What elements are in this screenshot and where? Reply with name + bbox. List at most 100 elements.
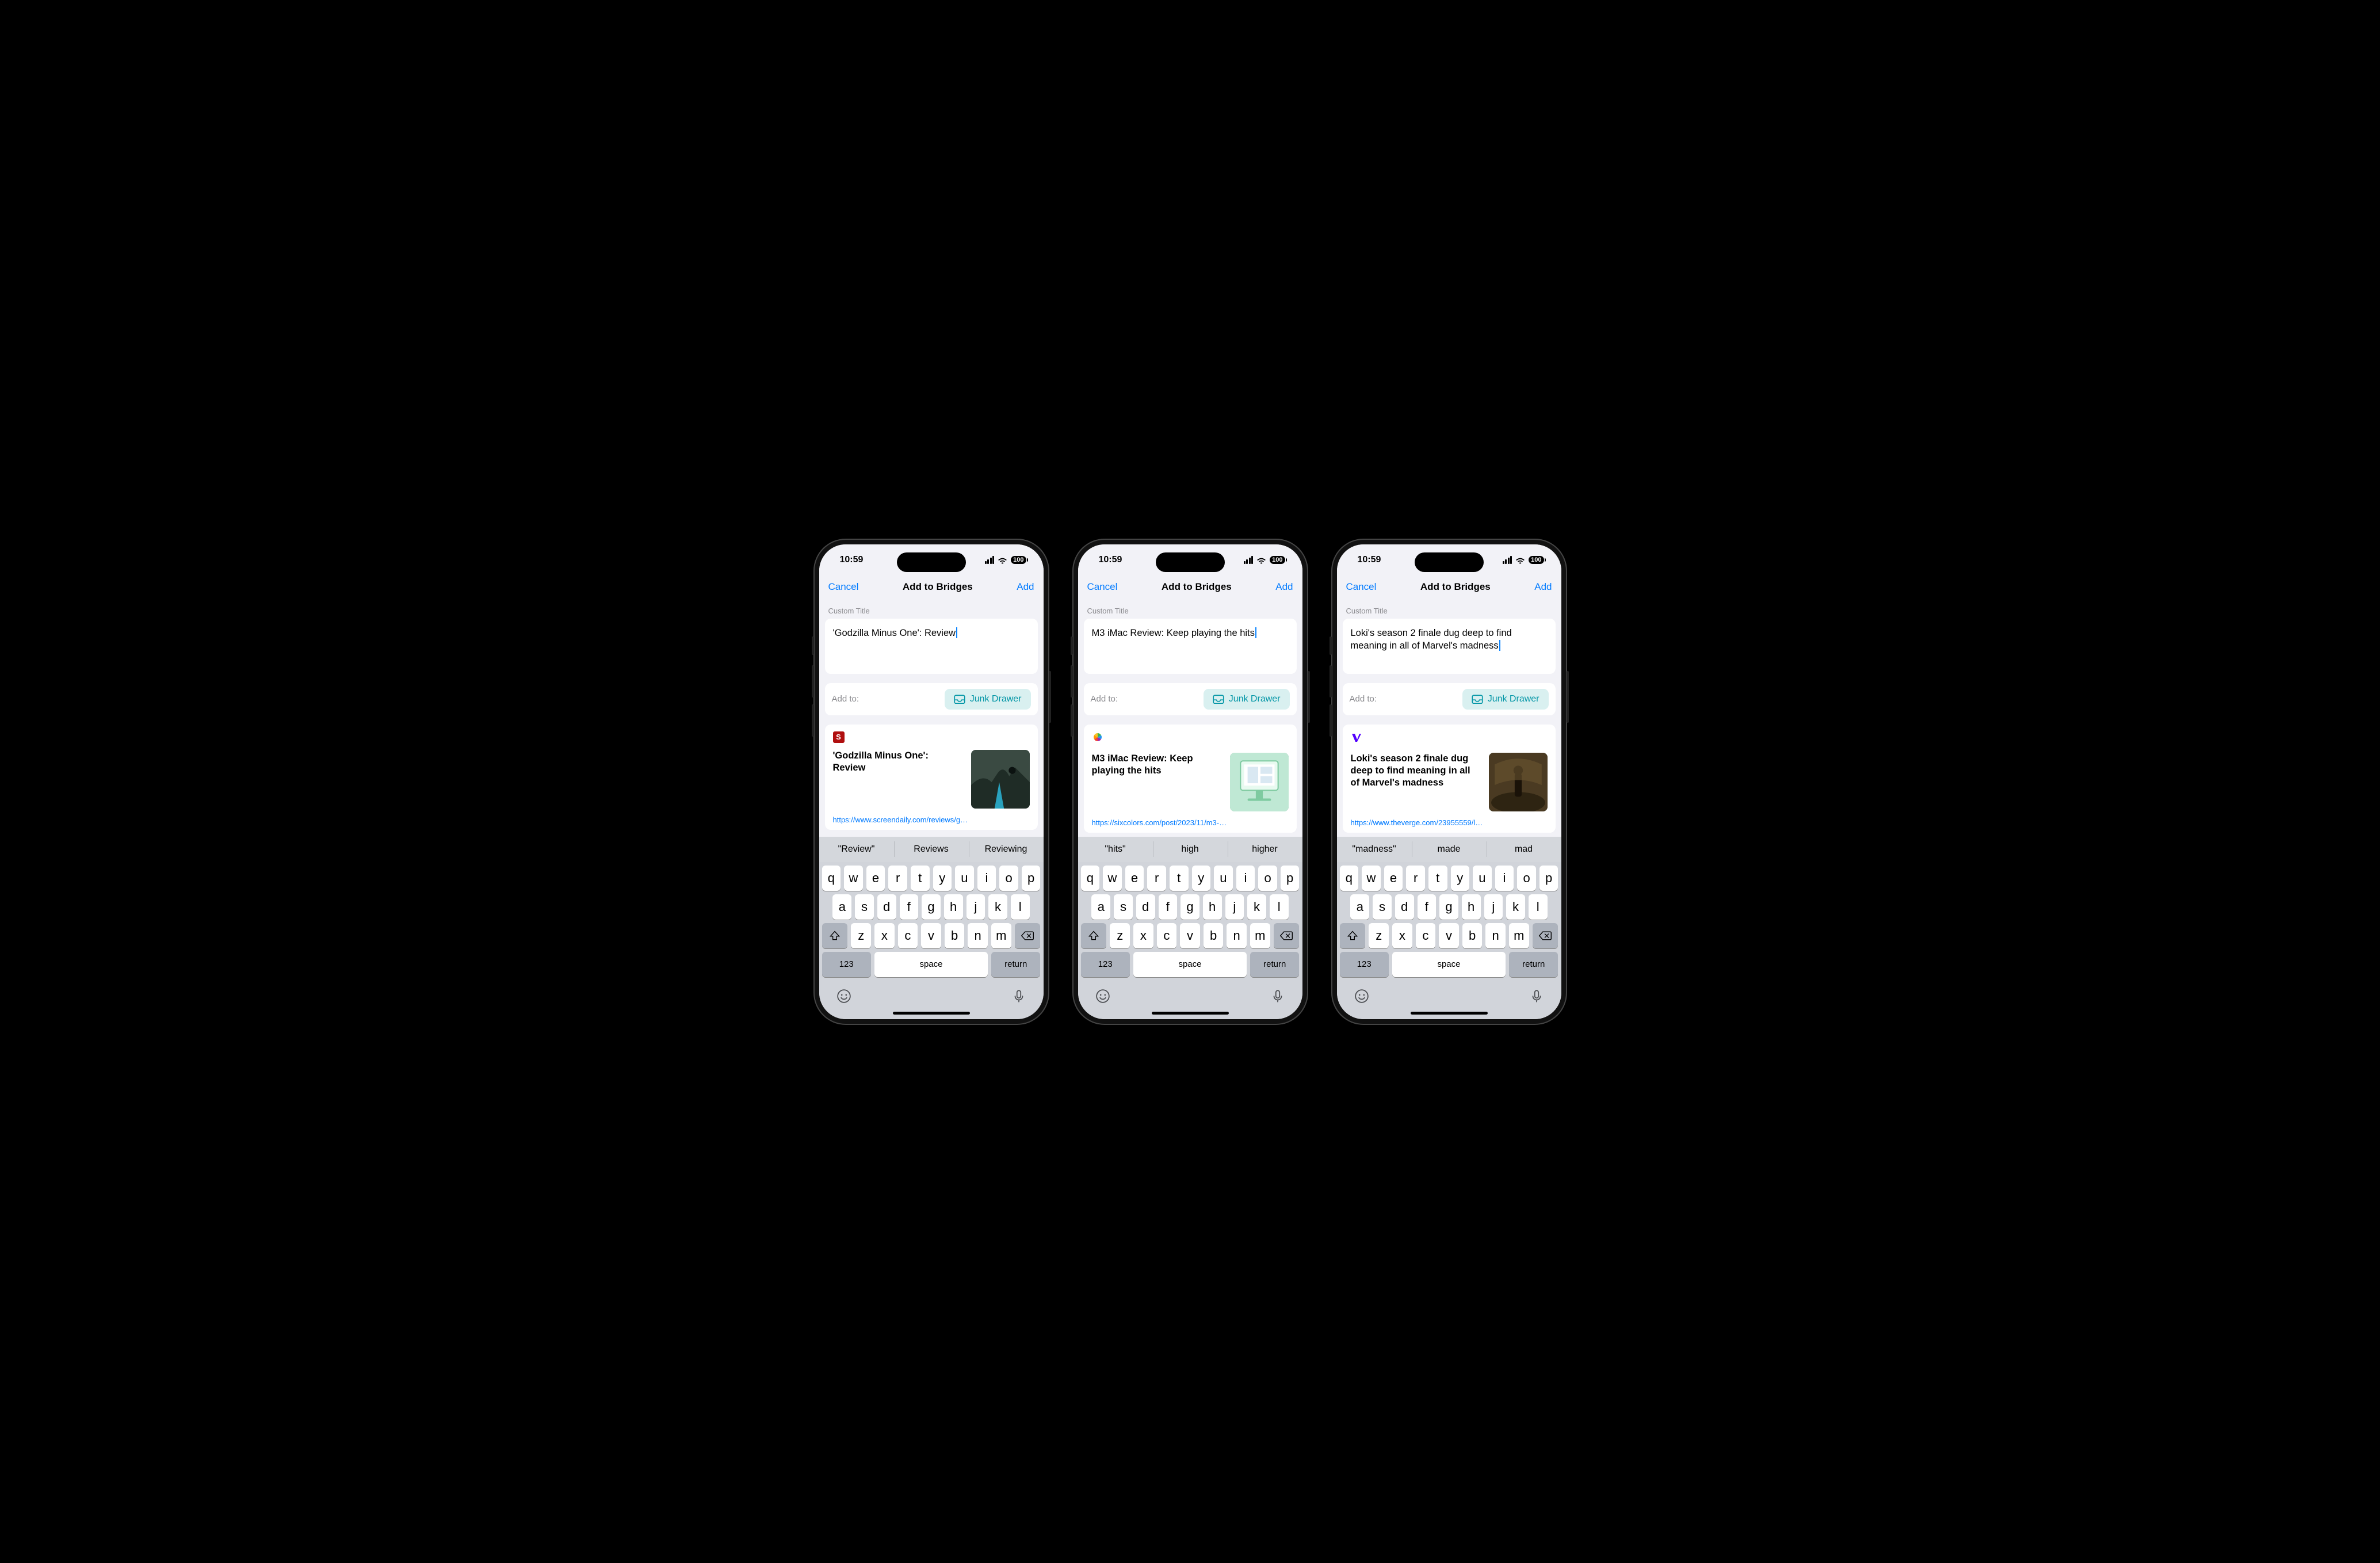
key-b[interactable]: b: [945, 923, 965, 948]
space-key[interactable]: space: [1133, 952, 1247, 977]
key-t[interactable]: t: [911, 866, 930, 891]
key-w[interactable]: w: [844, 866, 863, 891]
key-j[interactable]: j: [1484, 894, 1503, 920]
key-z[interactable]: z: [851, 923, 871, 948]
emoji-icon[interactable]: [1095, 989, 1110, 1004]
key-h[interactable]: h: [1203, 894, 1222, 920]
cancel-button[interactable]: Cancel: [828, 581, 859, 593]
suggestion-2[interactable]: mad: [1487, 837, 1561, 862]
link-preview[interactable]: S 'Godzilla Minus One': Review https://w…: [825, 725, 1038, 830]
key-e[interactable]: e: [1125, 866, 1144, 891]
key-f[interactable]: f: [1159, 894, 1178, 920]
key-q[interactable]: q: [1340, 866, 1359, 891]
key-z[interactable]: z: [1110, 923, 1130, 948]
key-b[interactable]: b: [1204, 923, 1224, 948]
key-p[interactable]: p: [1539, 866, 1558, 891]
key-o[interactable]: o: [1517, 866, 1536, 891]
cancel-button[interactable]: Cancel: [1087, 581, 1118, 593]
key-g[interactable]: g: [922, 894, 941, 920]
home-indicator[interactable]: [893, 1012, 970, 1015]
key-x[interactable]: x: [1133, 923, 1153, 948]
add-button[interactable]: Add: [1275, 581, 1293, 593]
destination-chip[interactable]: Junk Drawer: [945, 689, 1031, 710]
suggestion-2[interactable]: Reviewing: [969, 837, 1044, 862]
emoji-icon[interactable]: [836, 989, 851, 1004]
key-s[interactable]: s: [855, 894, 874, 920]
key-c[interactable]: c: [1157, 923, 1177, 948]
backspace-key[interactable]: [1274, 923, 1300, 948]
key-d[interactable]: d: [1136, 894, 1155, 920]
suggestion-1[interactable]: Reviews: [894, 837, 969, 862]
destination-chip[interactable]: Junk Drawer: [1204, 689, 1290, 710]
key-v[interactable]: v: [1180, 923, 1200, 948]
key-q[interactable]: q: [1081, 866, 1100, 891]
destination-chip[interactable]: Junk Drawer: [1462, 689, 1549, 710]
key-t[interactable]: t: [1428, 866, 1447, 891]
key-k[interactable]: k: [1247, 894, 1266, 920]
key-j[interactable]: j: [966, 894, 985, 920]
dictation-icon[interactable]: [1011, 989, 1026, 1004]
key-g[interactable]: g: [1439, 894, 1458, 920]
numbers-key[interactable]: 123: [822, 952, 871, 977]
key-w[interactable]: w: [1362, 866, 1381, 891]
key-d[interactable]: d: [877, 894, 896, 920]
key-m[interactable]: m: [1509, 923, 1529, 948]
key-e[interactable]: e: [1384, 866, 1403, 891]
key-a[interactable]: a: [832, 894, 851, 920]
key-n[interactable]: n: [968, 923, 988, 948]
home-indicator[interactable]: [1411, 1012, 1488, 1015]
return-key[interactable]: return: [1509, 952, 1558, 977]
key-c[interactable]: c: [898, 923, 918, 948]
title-input[interactable]: 'Godzilla Minus One': Review: [825, 619, 1038, 674]
key-x[interactable]: x: [1392, 923, 1412, 948]
key-n[interactable]: n: [1227, 923, 1247, 948]
key-t[interactable]: t: [1170, 866, 1189, 891]
title-input[interactable]: Loki's season 2 finale dug deep to find …: [1343, 619, 1556, 674]
key-j[interactable]: j: [1225, 894, 1244, 920]
link-preview[interactable]: Loki's season 2 finale dug deep to find …: [1343, 725, 1556, 833]
key-f[interactable]: f: [1418, 894, 1437, 920]
space-key[interactable]: space: [1392, 952, 1506, 977]
key-d[interactable]: d: [1395, 894, 1414, 920]
suggestion-2[interactable]: higher: [1228, 837, 1302, 862]
dictation-icon[interactable]: [1270, 989, 1285, 1004]
backspace-key[interactable]: [1015, 923, 1041, 948]
key-u[interactable]: u: [1473, 866, 1492, 891]
key-o[interactable]: o: [999, 866, 1018, 891]
key-h[interactable]: h: [1462, 894, 1481, 920]
space-key[interactable]: space: [874, 952, 988, 977]
cancel-button[interactable]: Cancel: [1346, 581, 1377, 593]
key-i[interactable]: i: [1495, 866, 1514, 891]
suggestion-1[interactable]: made: [1412, 837, 1487, 862]
key-h[interactable]: h: [944, 894, 963, 920]
key-b[interactable]: b: [1462, 923, 1483, 948]
key-f[interactable]: f: [900, 894, 919, 920]
key-v[interactable]: v: [1439, 923, 1459, 948]
key-s[interactable]: s: [1114, 894, 1133, 920]
key-a[interactable]: a: [1091, 894, 1110, 920]
key-r[interactable]: r: [888, 866, 907, 891]
key-g[interactable]: g: [1181, 894, 1199, 920]
backspace-key[interactable]: [1533, 923, 1558, 948]
emoji-icon[interactable]: [1354, 989, 1369, 1004]
numbers-key[interactable]: 123: [1081, 952, 1130, 977]
key-k[interactable]: k: [988, 894, 1007, 920]
return-key[interactable]: return: [991, 952, 1040, 977]
key-e[interactable]: e: [866, 866, 885, 891]
suggestion-0[interactable]: "Review": [819, 837, 894, 862]
link-preview[interactable]: M3 iMac Review: Keep playing the hits ht…: [1084, 725, 1297, 833]
key-s[interactable]: s: [1373, 894, 1392, 920]
key-r[interactable]: r: [1147, 866, 1166, 891]
key-x[interactable]: x: [874, 923, 895, 948]
key-k[interactable]: k: [1506, 894, 1525, 920]
key-u[interactable]: u: [1214, 866, 1233, 891]
key-l[interactable]: l: [1270, 894, 1289, 920]
suggestion-0[interactable]: "madness": [1337, 837, 1412, 862]
key-p[interactable]: p: [1281, 866, 1300, 891]
key-q[interactable]: q: [822, 866, 841, 891]
key-u[interactable]: u: [955, 866, 974, 891]
numbers-key[interactable]: 123: [1340, 952, 1389, 977]
suggestion-1[interactable]: high: [1153, 837, 1228, 862]
key-v[interactable]: v: [921, 923, 941, 948]
key-m[interactable]: m: [991, 923, 1011, 948]
